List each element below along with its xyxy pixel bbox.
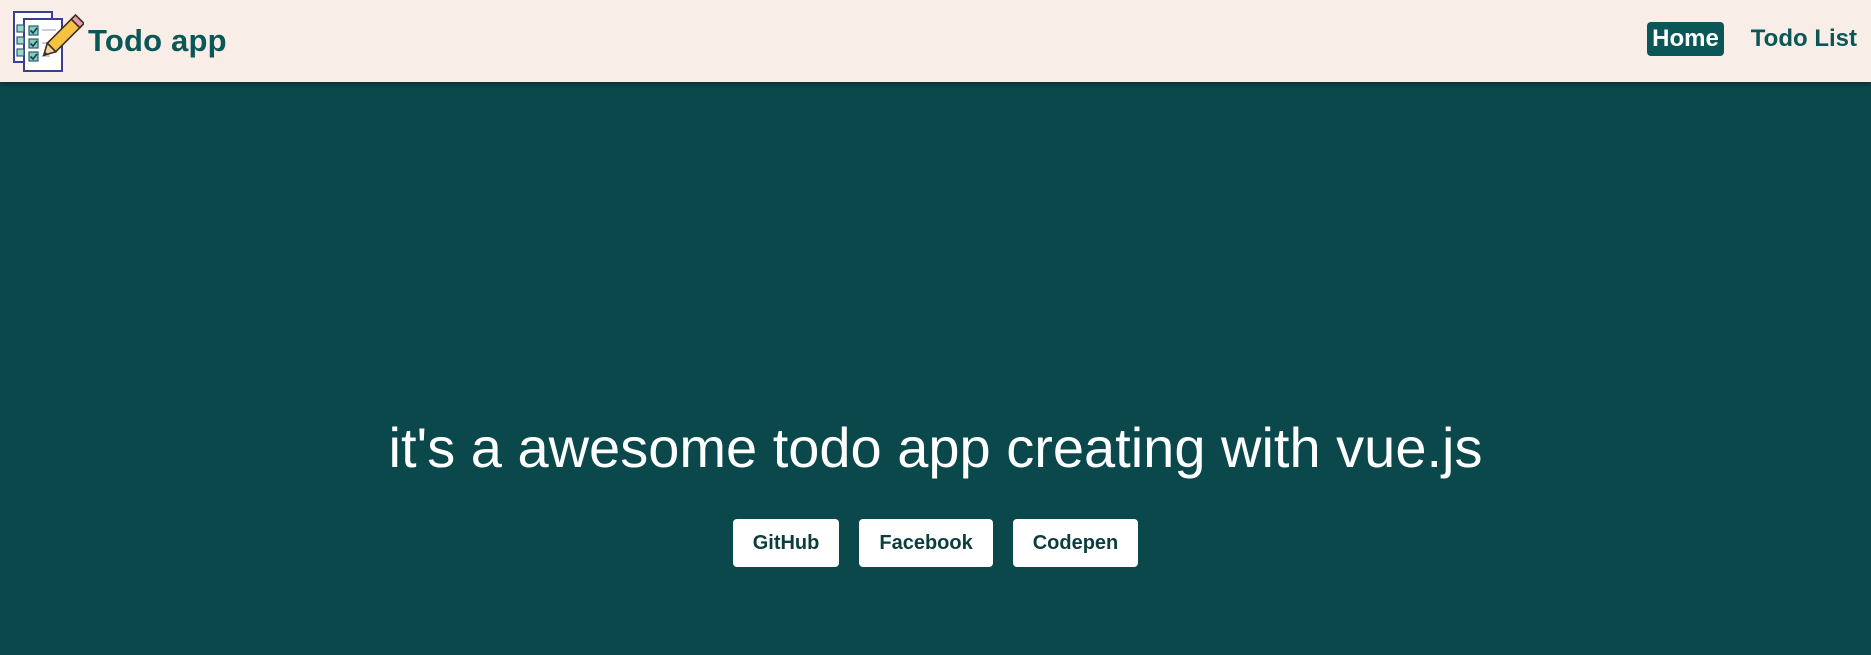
nav-link-todo-list[interactable]: Todo List <box>1746 22 1862 56</box>
brand-link[interactable]: Todo app <box>12 8 227 74</box>
facebook-button[interactable]: Facebook <box>859 519 993 567</box>
todo-checklist-pencil-icon <box>13 11 84 72</box>
hero-title: it's a awesome todo app creating with vu… <box>388 416 1483 479</box>
codepen-button[interactable]: Codepen <box>1012 519 1139 567</box>
brand-title: Todo app <box>88 23 227 58</box>
hero-section: it's a awesome todo app creating with vu… <box>0 82 1871 655</box>
nav-link-home[interactable]: Home <box>1647 22 1724 56</box>
github-button[interactable]: GitHub <box>732 519 840 567</box>
social-buttons: GitHub Facebook Codepen <box>0 519 1871 567</box>
nav-links: Home Todo List <box>1647 22 1862 56</box>
navbar: Todo app Home Todo List <box>0 0 1871 82</box>
